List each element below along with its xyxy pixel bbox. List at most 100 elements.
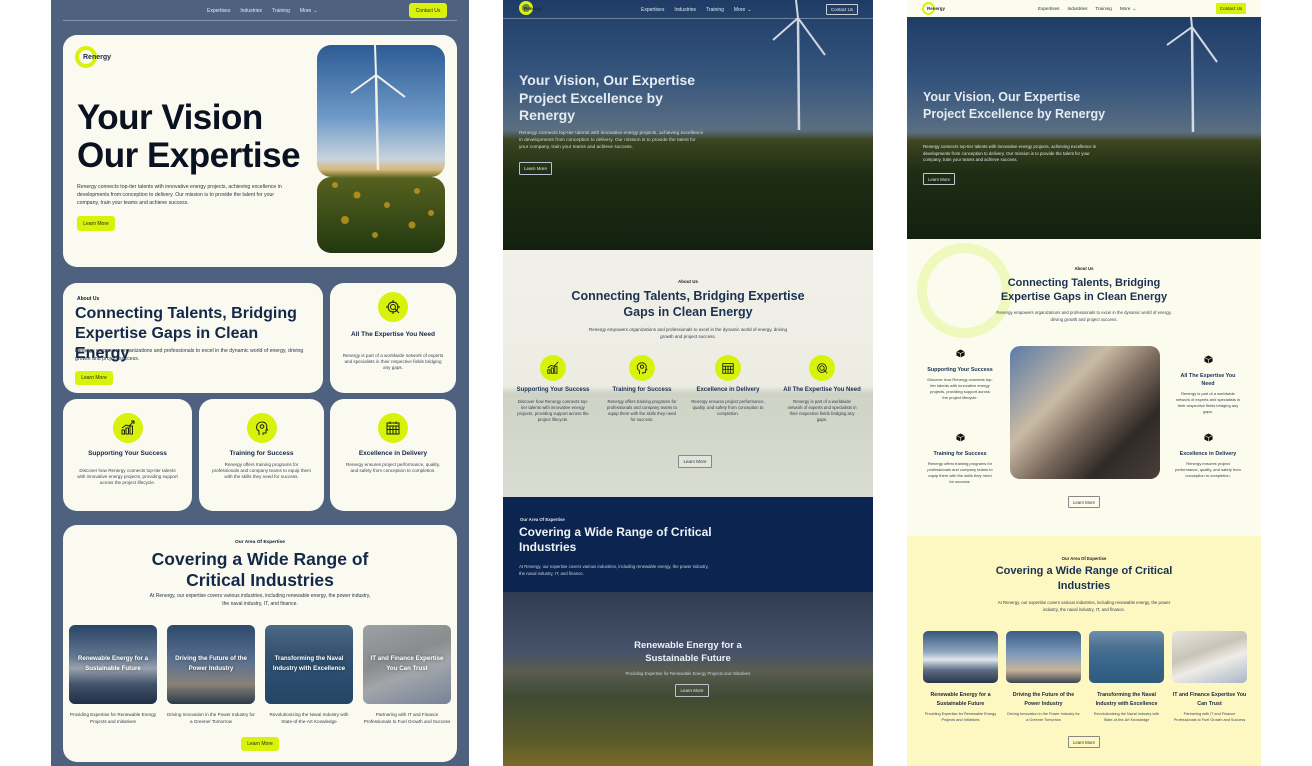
industry-tile-renewable[interactable]: Renewable Energy for a Sustainable Futur…	[69, 625, 157, 725]
about-description: Renergy empowers organizations and profe…	[75, 348, 304, 362]
nav-link-industries[interactable]: Industries	[674, 7, 696, 13]
industry-description: Partnering with IT and Finance Professio…	[363, 712, 451, 724]
industry-tile-naval[interactable]: Transforming the Naval Industry with Exc…	[1089, 631, 1164, 723]
nav-link-more[interactable]: More ⌄	[300, 8, 318, 14]
feature-support: Supporting Your Success Discover how Ren…	[510, 355, 596, 423]
brand-logo[interactable]: Renergy	[922, 2, 945, 15]
hero-description: Renergy connects top-tier talents with i…	[519, 131, 704, 150]
wind-turbine-graphic	[772, 0, 826, 131]
feature-title: Training for Success	[229, 450, 294, 457]
target-icon	[378, 292, 408, 322]
hero-learn-more-button[interactable]: Learn More	[519, 162, 552, 175]
industries-eyebrow: Our Area Of Expertise	[1061, 556, 1107, 561]
about-description: Renergy empowers organizations and profe…	[996, 310, 1172, 322]
industry-image-it-finance	[1172, 631, 1247, 683]
nav-links: Expertises Industries Training More ⌄	[641, 7, 752, 13]
feature-description: Renergy is part of a worldwide network o…	[342, 353, 444, 371]
nav-link-industries[interactable]: Industries	[1067, 6, 1087, 12]
industry-tile-renewable[interactable]: Renewable Energy for a Sustainable Futur…	[923, 631, 998, 723]
industry-tile-power[interactable]: Driving the Future of the Power Industry…	[167, 625, 255, 725]
feature-title: Supporting Your Success	[927, 367, 993, 373]
industry-description: Providing Expertise for Renewable Energy…	[69, 712, 157, 724]
industry-image-naval	[1089, 631, 1164, 683]
feature-description: Renergy ensures project performance, qua…	[691, 398, 765, 416]
feature-title: Excellence in Delivery	[358, 450, 428, 457]
industry-tiles: Renewable Energy for a Sustainable Futur…	[923, 631, 1247, 723]
hero-learn-more-button[interactable]: Learn More	[77, 216, 115, 231]
industry-tile-naval[interactable]: Transforming the Naval Industry with Exc…	[265, 625, 353, 725]
cube-icon	[1203, 355, 1213, 364]
industry-slide: Renewable Energy for a Sustainable Futur…	[503, 592, 873, 766]
feature-title: Training for Success	[933, 451, 987, 457]
about-section: About Us Connecting Talents, Bridging Ex…	[907, 239, 1261, 536]
growth-chart-icon	[112, 413, 143, 443]
nav-link-training[interactable]: Training	[272, 8, 290, 14]
feature-title: Supporting Your Success	[88, 450, 167, 457]
industry-slide-title: Renewable Energy for a Sustainable Futur…	[634, 640, 742, 664]
brand-logo[interactable]: Renergy	[519, 1, 542, 15]
industry-slide-image	[503, 592, 873, 766]
feature-description: Renergy ensures project performance, qua…	[1175, 461, 1241, 478]
feature-description: Renergy is part of a worldwide network o…	[787, 398, 857, 422]
hero-learn-more-button[interactable]: Learn More	[923, 173, 955, 185]
about-learn-more-button[interactable]: Learn More	[75, 371, 113, 385]
nav-link-expertises[interactable]: Expertises	[1038, 6, 1059, 12]
industries-learn-more-button[interactable]: Learn More	[1068, 736, 1100, 748]
nav-link-training[interactable]: Training	[1095, 6, 1111, 12]
industry-description: Revolutionizing the Naval Industry with …	[1093, 712, 1160, 722]
feature-title: Excellence in Delivery	[1179, 451, 1237, 457]
industry-tile-it-finance[interactable]: IT and Finance Expertise You Can Trust P…	[363, 625, 451, 725]
nav-link-industries[interactable]: Industries	[240, 8, 262, 14]
cube-icon	[955, 433, 965, 442]
contact-us-button[interactable]: Contact Us	[409, 3, 447, 18]
hero-title-line1: Your Vision	[77, 98, 263, 137]
about-learn-more-button[interactable]: Learn More	[1068, 496, 1100, 508]
industry-title: Driving the Future of the Power Industry	[175, 655, 247, 672]
nav-link-more[interactable]: More ⌄	[1120, 6, 1137, 12]
feature-card-expertise: All The Expertise You Need Renergy is pa…	[330, 283, 456, 393]
hero-title-line2: Our Expertise	[77, 136, 301, 175]
contact-us-button[interactable]: Contact Us	[826, 4, 858, 15]
feature-description: Renergy offers training programs for pro…	[607, 398, 677, 422]
industry-title: IT and Finance Expertise You Can Trust	[370, 655, 444, 672]
nav-link-expertises[interactable]: Expertises	[641, 7, 664, 13]
chevron-down-icon: ⌄	[747, 7, 752, 13]
industry-title: IT and Finance Expertise You Can Trust	[1172, 692, 1247, 707]
hero-section: Your Vision, Our Expertise Project Excel…	[907, 17, 1261, 239]
industries-header-band: Our Area Of Expertise Covering a Wide Ra…	[503, 497, 873, 592]
hero-description: Renergy connects top-tier talents with i…	[77, 184, 282, 206]
industry-tile-power[interactable]: Driving the Future of the Power Industry…	[1006, 631, 1081, 723]
team-meeting-image	[1010, 346, 1160, 479]
industry-description: Driving Innovation in the Power Industry…	[167, 712, 255, 724]
calendar-icon	[378, 413, 408, 443]
chevron-down-icon: ⌄	[313, 8, 318, 14]
hero-description: Renergy connects top-tier talents with i…	[923, 144, 1097, 162]
brand-logo[interactable]: Renergy	[75, 46, 111, 68]
industry-tile-it-finance[interactable]: IT and Finance Expertise You Can Trust P…	[1172, 631, 1247, 723]
nav-link-more-label: More	[1119, 6, 1131, 11]
contact-us-button[interactable]: Contact Us	[1216, 3, 1246, 14]
nav-link-expertises[interactable]: Expertises	[207, 8, 230, 14]
feature-title: Supporting Your Success	[516, 387, 590, 393]
industries-section: Our Area Of Expertise Covering a Wide Ra…	[907, 536, 1261, 766]
design-variant-b: Renergy Expertises Industries Training M…	[503, 0, 873, 766]
industry-slide-description: Providing Expertise for Renewable Energy…	[625, 671, 751, 676]
about-title: Connecting Talents, Bridging Expertise G…	[571, 289, 805, 319]
industries-learn-more-button[interactable]: Learn More	[241, 737, 279, 751]
calendar-icon	[715, 355, 741, 381]
industry-slide-learn-more-button[interactable]: Learn More	[675, 684, 709, 697]
industry-description: Partnering with IT and Finance Professio…	[1173, 712, 1246, 722]
industry-title: Transforming the Naval Industry with Exc…	[1095, 692, 1158, 707]
industries-title: Covering a Wide Range of Critical Indust…	[995, 565, 1173, 592]
about-eyebrow: About Us	[77, 296, 100, 302]
nav-link-training[interactable]: Training	[706, 7, 724, 13]
about-learn-more-button[interactable]: Learn More	[678, 455, 712, 468]
industries-description: At Renergy, our expertise covers various…	[997, 600, 1171, 612]
nav-link-more[interactable]: More ⌄	[734, 7, 752, 13]
design-variant-a: Expertises Industries Training More ⌄ Con…	[51, 0, 469, 766]
hero-image-wind-turbine	[317, 45, 445, 253]
about-title: Connecting Talents, Bridging Expertise G…	[1000, 277, 1168, 303]
industries-eyebrow: Our Area Of Expertise	[520, 517, 565, 522]
feature-description: Discover how Renergy connects top-tier t…	[927, 377, 993, 400]
feature-title: All The Expertise You Need	[783, 387, 861, 393]
